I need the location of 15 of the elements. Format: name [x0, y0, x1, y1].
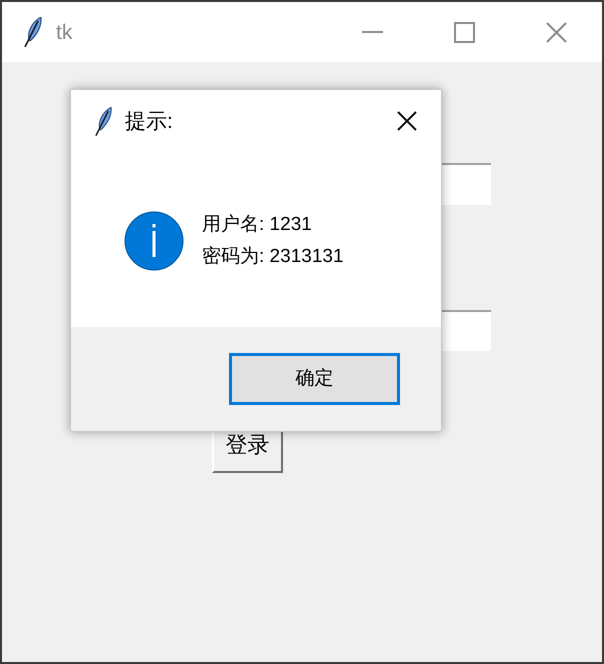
minimize-icon: [362, 31, 382, 33]
close-icon: [546, 22, 566, 42]
input-field[interactable]: [442, 163, 491, 205]
dialog-title: 提示:: [125, 110, 173, 132]
message-text: 密码为: 2313131: [202, 245, 344, 269]
login-button[interactable]: 登录: [212, 430, 283, 473]
ok-button[interactable]: 确定: [229, 353, 400, 405]
maximize-icon: [454, 22, 474, 42]
close-icon: [397, 111, 417, 131]
window-title: tk: [56, 22, 72, 42]
info-icon: [124, 211, 184, 271]
feather-icon: [24, 17, 42, 47]
input-field[interactable]: [442, 310, 491, 351]
feather-icon: [95, 106, 112, 136]
message-text: 用户名: 1231: [202, 213, 313, 237]
